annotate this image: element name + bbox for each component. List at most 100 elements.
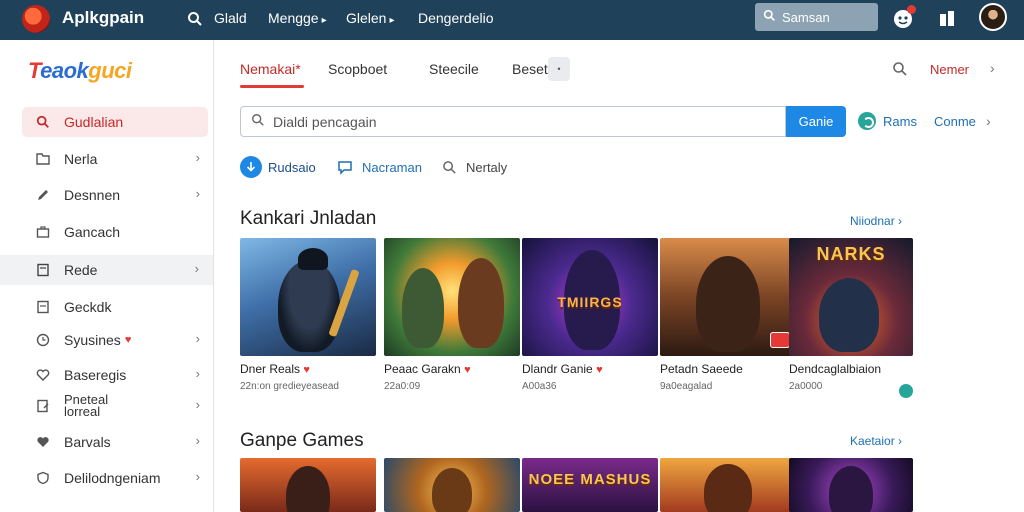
top-nav-item-4[interactable]: Dengerdelio xyxy=(418,10,494,26)
tab-nemakai[interactable]: Nemakai* xyxy=(240,61,301,77)
game-thumbnail[interactable] xyxy=(660,458,796,512)
game-card[interactable]: NOEE MASHUS xyxy=(522,458,658,512)
download-icon xyxy=(240,156,262,178)
user-avatar[interactable] xyxy=(979,3,1007,31)
sidebar-item-label: Desnnen xyxy=(64,187,121,203)
game-title: Dendcaglalbiaion xyxy=(789,362,882,376)
game-title: Peaac Garakn xyxy=(384,362,461,376)
game-thumbnail[interactable] xyxy=(384,458,520,512)
tab-scopboet[interactable]: Scopboet xyxy=(328,61,387,77)
top-nav-item-2[interactable]: Mengge ▸ xyxy=(268,10,327,26)
nemer-link[interactable]: Nemer xyxy=(930,62,969,77)
game-thumbnail[interactable] xyxy=(240,458,376,512)
sidebar-item-label: Geckdk xyxy=(64,299,112,315)
game-logo-text: NOEE MASHUS xyxy=(528,471,652,488)
game-thumbnail[interactable] xyxy=(240,238,376,356)
sidebar-item-label: Syusines xyxy=(64,332,121,348)
game-thumbnail[interactable] xyxy=(789,458,913,512)
chevron-right-icon: › xyxy=(195,469,200,484)
game-thumbnail[interactable]: NARKS xyxy=(789,238,913,356)
game-title: Dner Reals xyxy=(240,362,301,376)
refresh-icon[interactable] xyxy=(899,384,913,398)
notification-badge xyxy=(907,5,916,14)
sidebar-item-syusines[interactable]: Syusines ♥ › xyxy=(22,325,208,355)
sidebar-item-desnnen[interactable]: Desnnen › xyxy=(22,180,208,210)
heart-icon[interactable]: ♥ xyxy=(464,364,471,376)
sidebar-item-rede[interactable]: Rede › xyxy=(0,255,213,285)
briefcase-icon xyxy=(34,223,52,241)
chevron-right-icon[interactable]: › xyxy=(990,60,995,76)
refresh-icon xyxy=(858,112,876,130)
game-subtitle: 2a0000 xyxy=(789,381,823,392)
top-nav-item-1[interactable]: Glald xyxy=(214,10,247,26)
app-logo-icon[interactable] xyxy=(22,5,50,33)
sidebar-item-delilodngeniam[interactable]: Delilodngeniam › xyxy=(22,463,208,493)
chevron-right-icon[interactable]: › xyxy=(986,113,991,129)
sidebar-item-pneteal[interactable]: Pneteal lorreal › xyxy=(22,391,208,421)
sidebar-item-label: Gudlalian xyxy=(64,114,124,130)
bookmark-icon[interactable] xyxy=(936,8,958,30)
search-button[interactable]: Ganie xyxy=(786,106,846,137)
tab-beset[interactable]: Beset xyxy=(512,61,548,77)
search-icon[interactable] xyxy=(187,11,203,32)
active-tab-indicator xyxy=(240,85,304,88)
search-input[interactable]: Dialdi pencagain xyxy=(240,106,786,137)
game-thumbnail[interactable] xyxy=(384,238,520,356)
game-card[interactable] xyxy=(660,458,796,512)
sidebar-item-gudlalian[interactable]: Gudlalian xyxy=(22,107,208,137)
section-see-all-link[interactable]: Niiodnar › xyxy=(850,214,902,228)
heart-icon[interactable]: ♥ xyxy=(303,364,310,376)
chevron-right-icon: › xyxy=(195,366,200,381)
sidebar-item-baseregis[interactable]: Baseregis › xyxy=(22,360,208,390)
sidebar-item-barvals[interactable]: Barvals › xyxy=(22,427,208,457)
sidebar-item-label: Nerla xyxy=(64,151,98,167)
conme-link[interactable]: Conme xyxy=(934,114,976,129)
heart-icon xyxy=(34,433,52,451)
game-subtitle: 22a0:09 xyxy=(384,381,421,392)
game-card[interactable]: Dner Reals ♥ 22n:on gredieyeasead xyxy=(240,238,376,392)
search-icon xyxy=(251,113,265,130)
app-title[interactable]: Aplkgpain xyxy=(62,8,144,28)
game-card[interactable] xyxy=(384,458,520,512)
notifications-icon[interactable] xyxy=(892,5,916,30)
game-thumbnail[interactable]: NOEE MASHUS xyxy=(522,458,658,512)
section-title: Ganpe Games xyxy=(240,430,364,451)
tab-steecile[interactable]: Steecile xyxy=(429,61,479,77)
sidebar-item-label: Delilodngeniam xyxy=(64,470,161,486)
game-logo-text: NARKS xyxy=(816,244,886,264)
game-thumbnail[interactable] xyxy=(660,238,796,356)
chevron-right-icon: › xyxy=(194,261,199,276)
sidebar-item-label: Barvals xyxy=(64,434,111,450)
sidebar-item-gancach[interactable]: Gancach xyxy=(22,217,208,247)
section-see-all-link[interactable]: Kaetaior › xyxy=(850,434,902,448)
game-logo-text: TMIIRGS xyxy=(557,294,623,310)
filter-nertaly[interactable]: Nertaly xyxy=(438,156,507,178)
game-subtitle: A00a36 xyxy=(522,381,557,392)
pencil-icon xyxy=(34,186,52,204)
top-nav-item-3[interactable]: Glelen ▸ xyxy=(346,10,395,26)
game-thumbnail[interactable]: TMIIRGS xyxy=(522,238,658,356)
shield-icon xyxy=(34,469,52,487)
filter-rudsaio[interactable]: Rudsaio xyxy=(240,156,316,178)
tab-more-button[interactable]: • xyxy=(548,57,570,81)
game-card[interactable] xyxy=(240,458,376,512)
sidebar-item-label: Baseregis xyxy=(64,367,127,383)
game-card[interactable]: TMIIRGS Dlandr Ganie ♥ A00a36 xyxy=(522,238,658,392)
game-card[interactable]: NARKS Dendcaglalbiaion 2a0000 xyxy=(789,238,913,398)
top-search-field[interactable]: Samsan xyxy=(755,3,878,31)
game-card[interactable]: Peaac Garakn ♥ 22a0:09 xyxy=(384,238,520,392)
sidebar-item-sublabel: lorreal xyxy=(64,404,101,419)
brand-logo[interactable]: Teaokguci xyxy=(28,58,132,84)
chevron-right-icon: › xyxy=(195,397,200,412)
game-card[interactable] xyxy=(789,458,913,512)
document-edit-icon xyxy=(34,397,52,415)
sidebar-item-nerla[interactable]: Nerla › xyxy=(22,144,208,174)
sidebar-item-geckdk[interactable]: Geckdk xyxy=(22,292,208,322)
rams-button[interactable]: Rams xyxy=(858,112,917,130)
search-placeholder: Dialdi pencagain xyxy=(273,113,377,130)
badge-icon xyxy=(770,332,790,348)
search-icon[interactable] xyxy=(892,61,908,82)
heart-icon[interactable]: ♥ xyxy=(596,364,603,376)
filter-nacraman[interactable]: Nacraman xyxy=(334,156,422,178)
game-card[interactable]: Petadn Saeede 9a0eagalad xyxy=(660,238,796,392)
